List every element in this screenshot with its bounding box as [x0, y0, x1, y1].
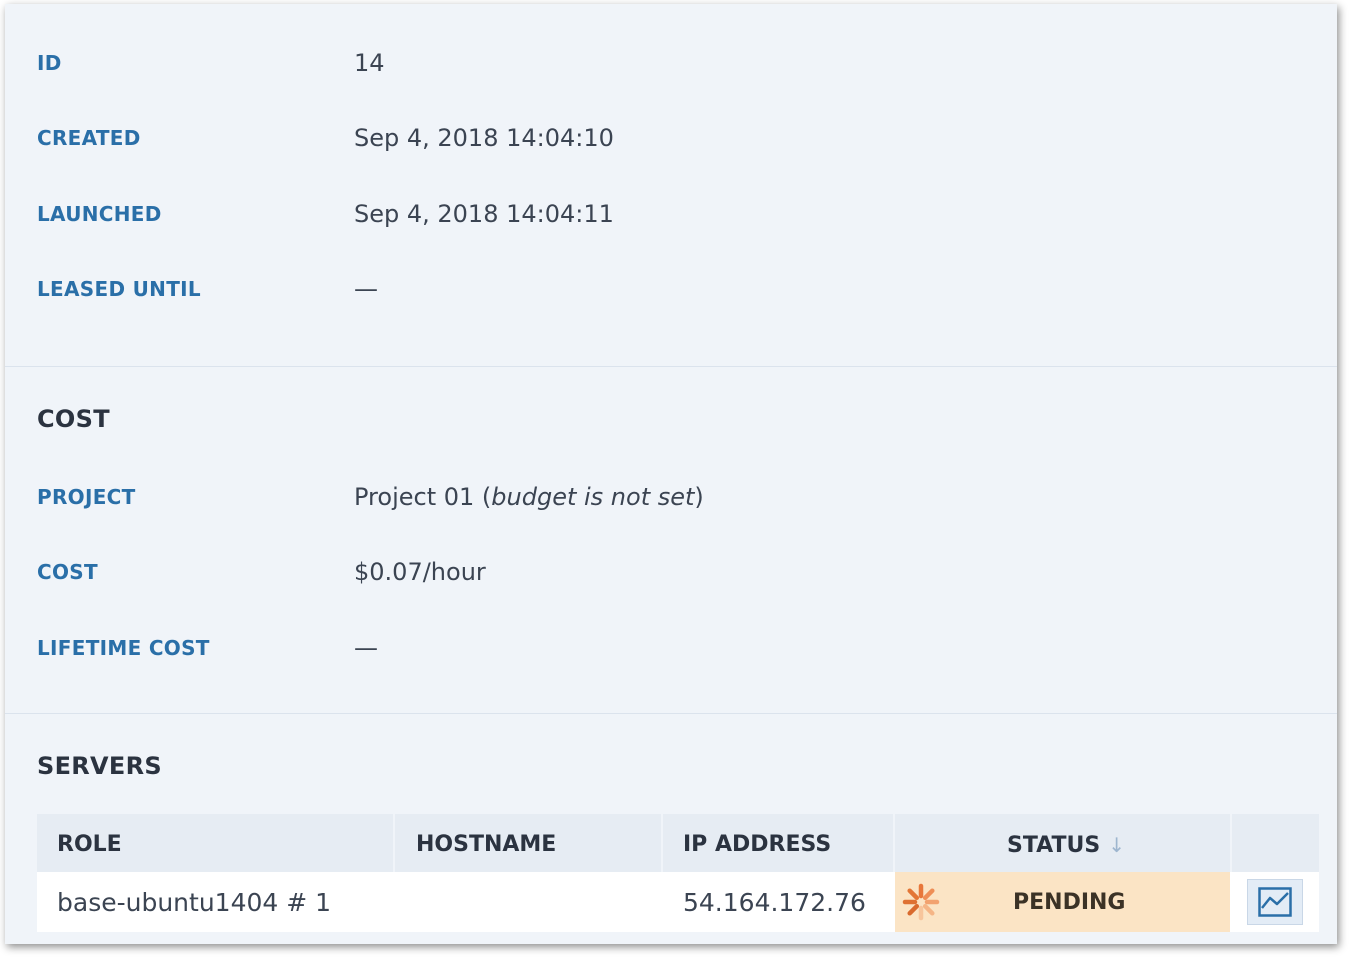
table-header: ROLE HOSTNAME IP ADDRESS STATUS ↓: [37, 814, 1319, 872]
column-separator: [661, 814, 663, 872]
server-role[interactable]: base-ubuntu1404 # 1: [57, 872, 331, 932]
status-cell: PENDING: [895, 872, 1230, 932]
servers-section-title: SERVERS: [37, 752, 162, 780]
server-stats-button[interactable]: [1247, 879, 1303, 925]
launched-value: Sep 4, 2018 14:04:11: [354, 200, 614, 228]
detail-row-cost: COST $0.07/hour: [5, 552, 1337, 592]
column-separator: [393, 814, 395, 872]
budget-note: budget is not set: [491, 483, 695, 511]
line-chart-icon: [1258, 887, 1292, 917]
column-header-status[interactable]: STATUS ↓: [1007, 814, 1125, 872]
detail-row-id: ID 14: [5, 43, 1337, 83]
project-value: Project 01 (budget is not set): [354, 483, 704, 511]
column-separator: [893, 814, 895, 872]
details-panel: ID 14 CREATED Sep 4, 2018 14:04:10 LAUNC…: [5, 4, 1337, 944]
created-label: CREATED: [37, 126, 141, 150]
id-label: ID: [37, 51, 62, 75]
servers-table: ROLE HOSTNAME IP ADDRESS STATUS ↓ base-ub…: [37, 814, 1319, 932]
launched-label: LAUNCHED: [37, 202, 162, 226]
detail-row-lifetime-cost: LIFETIME COST —: [5, 628, 1337, 668]
created-value: Sep 4, 2018 14:04:10: [354, 124, 614, 152]
id-value: 14: [354, 49, 385, 77]
column-header-role[interactable]: ROLE: [57, 814, 122, 872]
column-header-hostname[interactable]: HOSTNAME: [416, 814, 556, 872]
section-divider: [5, 366, 1337, 367]
detail-row-project: PROJECT Project 01 (budget is not set): [5, 477, 1337, 517]
lifetime-cost-label: LIFETIME COST: [37, 636, 210, 660]
status-badge: PENDING: [1013, 890, 1126, 915]
cost-label: COST: [37, 560, 98, 584]
cost-value: $0.07/hour: [354, 558, 486, 586]
column-header-ip-address[interactable]: IP ADDRESS: [683, 814, 831, 872]
column-separator: [1230, 814, 1232, 872]
detail-row-launched: LAUNCHED Sep 4, 2018 14:04:11: [5, 194, 1337, 234]
detail-row-created: CREATED Sep 4, 2018 14:04:10: [5, 118, 1337, 158]
detail-row-leased-until: LEASED UNTIL —: [5, 269, 1337, 309]
section-divider: [5, 713, 1337, 714]
leased-until-value: —: [354, 275, 378, 303]
arrow-down-icon: ↓: [1108, 833, 1125, 857]
spinner-icon: [902, 883, 940, 921]
table-row[interactable]: base-ubuntu1404 # 1 54.164.172.76 PENDIN…: [37, 872, 1319, 932]
project-label: PROJECT: [37, 485, 136, 509]
leased-until-label: LEASED UNTIL: [37, 277, 201, 301]
server-ip-address: 54.164.172.76: [683, 888, 866, 917]
status-header-label: STATUS: [1007, 833, 1101, 858]
lifetime-cost-value: —: [354, 634, 378, 662]
project-name: Project 01: [354, 483, 475, 511]
cost-section-title: COST: [37, 405, 110, 433]
